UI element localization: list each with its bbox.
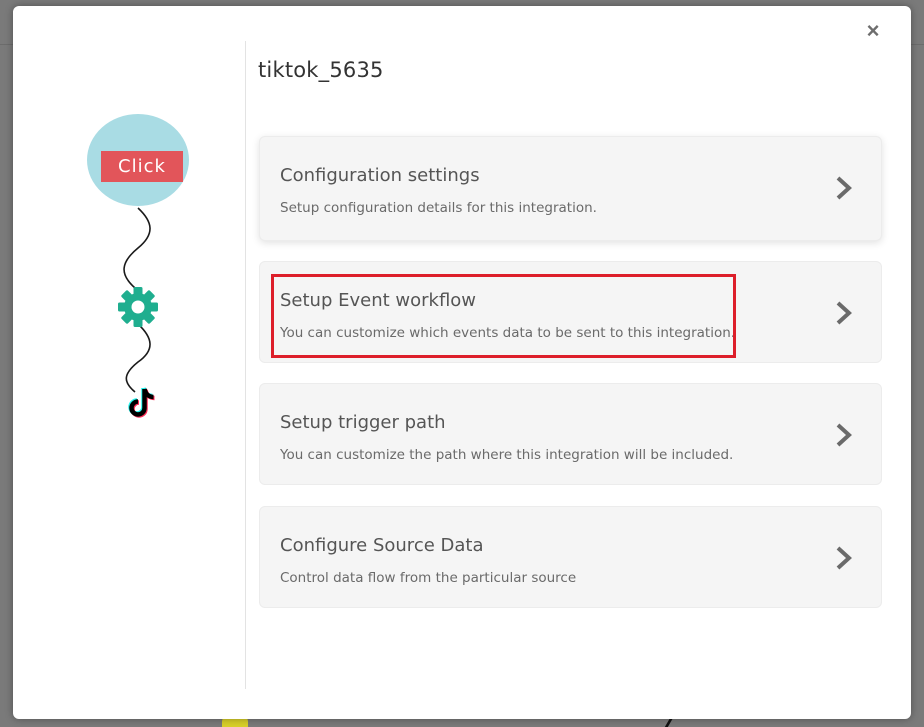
chevron-right-icon bbox=[836, 546, 852, 570]
click-trigger-label: Click bbox=[101, 151, 183, 182]
card-title: Configure Source Data bbox=[280, 535, 484, 556]
chevron-right-icon bbox=[836, 176, 852, 200]
setup-trigger-path-card[interactable]: Setup trigger path You can customize the… bbox=[259, 383, 882, 485]
gear-icon bbox=[118, 287, 158, 327]
card-description: Setup configuration details for this int… bbox=[280, 200, 597, 216]
configure-source-data-card[interactable]: Configure Source Data Control data flow … bbox=[259, 506, 882, 608]
chevron-right-icon bbox=[836, 301, 852, 325]
setup-event-workflow-card[interactable]: Setup Event workflow You can customize w… bbox=[259, 261, 882, 363]
close-icon[interactable]: × bbox=[862, 20, 884, 42]
integration-title: tiktok_5635 bbox=[258, 58, 384, 82]
card-description: You can customize the path where this in… bbox=[280, 447, 734, 463]
tiktok-icon bbox=[128, 387, 155, 418]
card-title: Setup trigger path bbox=[280, 412, 446, 433]
click-trigger-node: Click bbox=[87, 114, 189, 206]
connector-line-2 bbox=[125, 323, 151, 393]
integration-modal: × Click tiktok_5635 Configuration settin… bbox=[13, 6, 911, 719]
card-description: You can customize which events data to b… bbox=[280, 325, 736, 341]
configuration-settings-card[interactable]: Configuration settings Setup configurati… bbox=[259, 136, 882, 241]
workflow-diagram: Click bbox=[83, 112, 193, 422]
chevron-right-icon bbox=[836, 423, 852, 447]
panel-divider bbox=[245, 41, 246, 689]
card-title: Configuration settings bbox=[280, 165, 480, 186]
card-title: Setup Event workflow bbox=[280, 290, 477, 311]
connector-line-1 bbox=[123, 207, 151, 289]
card-description: Control data flow from the particular so… bbox=[280, 570, 577, 586]
